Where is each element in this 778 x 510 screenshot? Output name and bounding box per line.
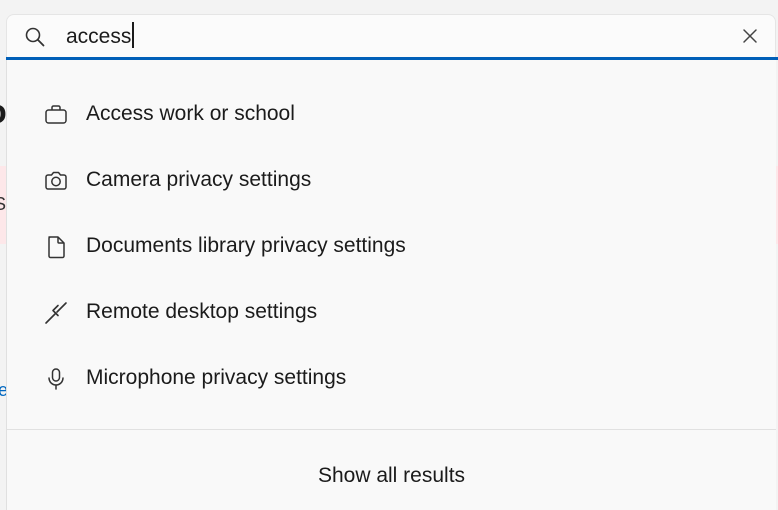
result-label: Camera privacy settings	[86, 168, 312, 191]
result-access-work-or-school[interactable]: Access work or school	[7, 84, 776, 144]
show-all-results-button[interactable]: Show all results	[7, 450, 776, 502]
result-label: Access work or school	[86, 102, 295, 125]
document-icon	[48, 236, 65, 259]
close-icon[interactable]	[741, 27, 759, 45]
camera-icon	[45, 171, 67, 190]
remote-desktop-icon	[45, 302, 67, 324]
results-divider	[7, 429, 776, 430]
result-camera-privacy-settings[interactable]: Camera privacy settings	[7, 150, 776, 210]
search-box[interactable]: access	[6, 14, 776, 58]
result-documents-library-privacy-settings[interactable]: Documents library privacy settings	[7, 216, 776, 276]
result-remote-desktop-settings[interactable]: Remote desktop settings	[7, 282, 776, 342]
result-label: Documents library privacy settings	[86, 234, 406, 257]
result-label: Microphone privacy settings	[86, 366, 347, 389]
text-caret	[132, 22, 135, 49]
search-icon	[25, 27, 45, 47]
search-input[interactable]: access	[66, 21, 135, 53]
microphone-icon	[48, 368, 64, 390]
search-results-dropdown: Access work or school Camera privacy set…	[6, 60, 776, 510]
result-microphone-privacy-settings[interactable]: Microphone privacy settings	[7, 348, 776, 408]
result-label: Remote desktop settings	[86, 300, 318, 323]
briefcase-icon	[45, 105, 67, 124]
